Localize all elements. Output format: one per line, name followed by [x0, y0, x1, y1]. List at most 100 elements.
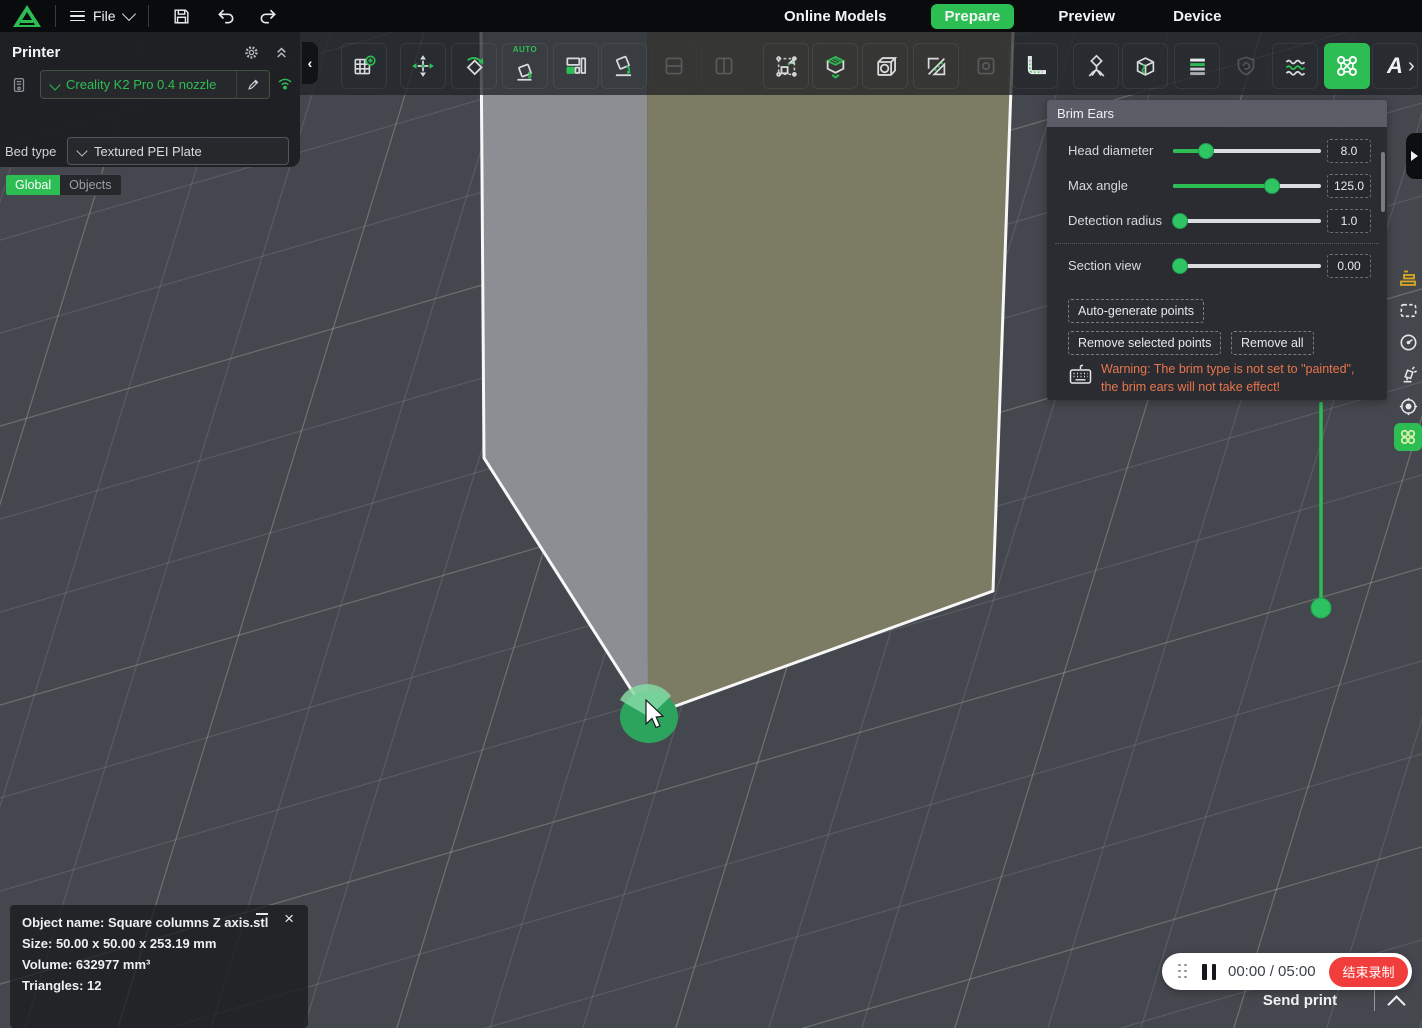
minimize-icon[interactable]: [256, 913, 268, 915]
seam-paint-icon: [1132, 53, 1159, 80]
speed-gauge-button[interactable]: [1394, 328, 1422, 356]
brim-ears-panel: Brim Ears Head diameter 8.0 Max angle 12…: [1047, 100, 1387, 400]
creality-logo-icon[interactable]: [12, 4, 42, 28]
text-tool-icon: A: [1387, 53, 1403, 79]
save-button[interactable]: [163, 0, 201, 32]
stop-recording-button[interactable]: 结束录制: [1329, 957, 1408, 987]
rotate-button[interactable]: [451, 43, 497, 89]
bed-type-dropdown[interactable]: Textured PEI Plate: [67, 137, 289, 165]
auto-orient-icon: [512, 57, 538, 83]
send-print-divider: [1374, 990, 1375, 1011]
printer-settings-button[interactable]: [243, 44, 260, 61]
redo-icon: [258, 6, 278, 26]
printer-edit-button[interactable]: [236, 71, 269, 98]
pencil-icon: [246, 77, 261, 92]
toolbar-overflow-chevron[interactable]: ›: [1408, 55, 1415, 78]
max-angle-slider-handle[interactable]: [1264, 178, 1280, 194]
detection-radius-value[interactable]: 1.0: [1327, 209, 1371, 233]
arrange-button[interactable]: [553, 43, 599, 89]
drag-handle-icon[interactable]: [1178, 964, 1188, 980]
section-view-slider[interactable]: [1173, 264, 1321, 268]
tab-prepare[interactable]: Prepare: [931, 4, 1015, 29]
move-icon: [410, 53, 436, 79]
toolbar-collapse-button[interactable]: ‹: [302, 42, 318, 84]
tab-global[interactable]: Global: [6, 175, 60, 195]
fuzzy-skin-button[interactable]: [1272, 43, 1318, 89]
panel-scrollbar[interactable]: [1381, 152, 1385, 212]
shield-refresh-icon: [1233, 53, 1259, 79]
cut-button[interactable]: [913, 43, 959, 89]
support-paint-button[interactable]: [1073, 43, 1119, 89]
split-objects-icon: [822, 53, 849, 80]
remove-all-button[interactable]: Remove all: [1231, 331, 1314, 355]
support-paint-icon: [1083, 53, 1110, 80]
speed-layers-icon: [1396, 266, 1420, 290]
creality-assistant-button[interactable]: [1394, 423, 1422, 451]
head-diameter-value[interactable]: 8.0: [1327, 139, 1371, 163]
file-menu-button[interactable]: File: [56, 0, 148, 32]
detection-radius-slider-handle[interactable]: [1172, 213, 1188, 229]
send-print-button[interactable]: Send print: [1230, 988, 1370, 1012]
brim-ears-button[interactable]: [1324, 43, 1370, 89]
max-angle-value[interactable]: 125.0: [1327, 174, 1371, 198]
model-toolbar: AUTO: [300, 32, 1422, 95]
screen-recorder-bar: 00:00 / 05:00 结束录制: [1162, 953, 1412, 990]
arrange-icon: [563, 53, 589, 79]
hollow-button[interactable]: [862, 43, 908, 89]
right-panel-expand-tab[interactable]: [1406, 133, 1422, 179]
scale-button[interactable]: [763, 43, 809, 89]
double-chevron-up-icon: [274, 44, 289, 60]
keyboard-hint-icon: [1067, 362, 1094, 388]
redo-button[interactable]: [249, 0, 287, 32]
chevron-down-icon: [121, 7, 135, 21]
save-icon: [172, 7, 191, 26]
clover-logo-icon: [1397, 426, 1419, 448]
undo-button[interactable]: [207, 0, 245, 32]
add-plate-button[interactable]: [341, 43, 387, 89]
tab-preview[interactable]: Preview: [1044, 4, 1129, 29]
gear-icon: [243, 44, 260, 61]
move-button[interactable]: [400, 43, 446, 89]
lay-on-face-button[interactable]: [601, 43, 647, 89]
detection-radius-slider[interactable]: [1173, 219, 1321, 223]
calibration-button[interactable]: [1394, 392, 1422, 420]
auto-orient-button[interactable]: AUTO: [502, 43, 548, 89]
speed-mode-button[interactable]: [1394, 264, 1422, 292]
brim-ears-panel-header[interactable]: Brim Ears: [1047, 100, 1387, 127]
printer-select-dropdown[interactable]: Creality K2 Pro 0.4 nozzle: [40, 70, 270, 99]
tab-online-models[interactable]: Online Models: [770, 4, 901, 29]
fuzzy-skin-icon: [1282, 53, 1309, 80]
viewport-section-slider-handle[interactable]: [1311, 598, 1331, 618]
tab-device[interactable]: Device: [1159, 4, 1235, 29]
max-angle-slider[interactable]: [1173, 184, 1321, 188]
close-icon[interactable]: ×: [284, 909, 294, 929]
brim-ears-panel-title: Brim Ears: [1057, 106, 1114, 121]
build-plate-button[interactable]: [1394, 296, 1422, 324]
auto-generate-points-button[interactable]: Auto-generate points: [1068, 299, 1204, 323]
printer-panel-title: Printer: [12, 44, 60, 61]
remove-selected-points-button[interactable]: Remove selected points: [1068, 331, 1221, 355]
layers-icon: [1184, 53, 1211, 80]
light-button[interactable]: [1394, 360, 1422, 388]
chevron-left-icon: ‹: [308, 55, 313, 71]
seam-paint-button[interactable]: [1122, 43, 1168, 89]
layers-button[interactable]: [1174, 43, 1220, 89]
disabled-tool-icon: [973, 53, 999, 79]
topbar-divider: [148, 5, 149, 27]
head-diameter-slider-handle[interactable]: [1198, 143, 1214, 159]
pause-button[interactable]: [1202, 964, 1216, 980]
split-to-objects-button[interactable]: [812, 43, 858, 89]
target-gear-icon: [1397, 395, 1420, 418]
section-view-slider-handle[interactable]: [1172, 258, 1188, 274]
head-diameter-label: Head diameter: [1068, 143, 1153, 158]
brim-warning-text: Warning: The brim type is not set to "pa…: [1101, 360, 1369, 396]
section-view-value[interactable]: 0.00: [1327, 254, 1371, 278]
tab-objects[interactable]: Objects: [60, 175, 120, 195]
slider-row-head-diameter: Head diameter 8.0: [1047, 141, 1387, 161]
printer-panel-collapse-button[interactable]: [274, 44, 289, 60]
head-diameter-slider[interactable]: [1173, 149, 1321, 153]
toolbar-disabled-shield-button: [1223, 43, 1269, 89]
main-nav-tabs: Online Models Prepare Preview Device: [770, 0, 1235, 32]
wifi-status-icon[interactable]: [276, 76, 294, 91]
measure-button[interactable]: [1012, 43, 1058, 89]
